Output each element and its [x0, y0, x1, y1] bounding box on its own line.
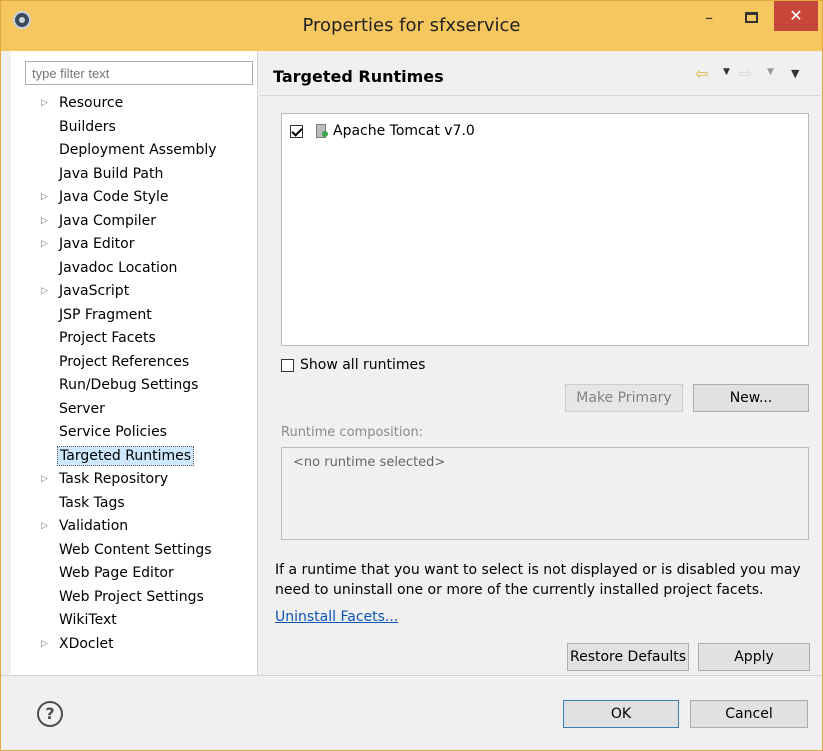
sidebar-item-label: Task Tags: [59, 494, 125, 511]
sidebar-item[interactable]: Task Tags: [57, 493, 127, 513]
sidebar-item[interactable]: ▷ Java Compiler: [41, 211, 158, 231]
sidebar-item[interactable]: ▷ Task Repository: [41, 469, 170, 489]
expand-arrow-icon[interactable]: ▷: [41, 234, 48, 254]
sidebar-item-label: Validation: [59, 518, 129, 534]
sidebar-item-label: Targeted Runtimes: [60, 447, 192, 464]
properties-dialog: Properties for sfxservice – ✕ ▷ Resource B…: [0, 0, 823, 751]
server-runtime-icon: [315, 123, 329, 139]
page-title: Targeted Runtimes: [273, 67, 444, 86]
info-text: If a runtime that you want to select is …: [275, 562, 801, 598]
sidebar-item[interactable]: Deployment Assembly: [57, 140, 219, 160]
expand-arrow-icon[interactable]: ▷: [41, 634, 48, 654]
expand-arrow-icon[interactable]: ▷: [41, 93, 48, 113]
sidebar-item[interactable]: Run/Debug Settings: [57, 375, 200, 395]
sidebar-item-label: Server: [59, 400, 105, 417]
expand-arrow-icon[interactable]: ▷: [41, 516, 48, 536]
sidebar-item-label: Java Editor: [59, 236, 135, 252]
sidebar-item-label: Java Compiler: [59, 212, 157, 229]
apply-button[interactable]: Apply: [698, 643, 810, 671]
sidebar-item[interactable]: ▷ Java Code Style: [41, 187, 170, 207]
ok-button[interactable]: OK: [563, 700, 679, 728]
make-primary-button[interactable]: Make Primary: [565, 384, 683, 412]
expand-arrow-icon[interactable]: ▷: [41, 187, 48, 207]
sidebar-item[interactable]: ▷ Java Editor: [41, 234, 136, 254]
runtime-list[interactable]: Apache Tomcat v7.0: [281, 113, 809, 346]
sidebar-item[interactable]: Web Project Settings: [57, 587, 206, 607]
sidebar-item[interactable]: ▷ XDoclet: [41, 634, 116, 654]
sidebar: ▷ Resource Builders Deployment Assembly Java…: [11, 51, 258, 675]
sidebar-item-label: Javadoc Location: [59, 259, 178, 276]
back-dropdown-icon[interactable]: ▼: [723, 67, 730, 77]
runtime-composition-box: <no runtime selected>: [281, 447, 809, 540]
sidebar-item[interactable]: Web Content Settings: [57, 540, 214, 560]
sidebar-item-label: Task Repository: [59, 471, 169, 487]
maximize-icon: [745, 12, 758, 23]
sidebar-item[interactable]: Server: [57, 399, 107, 419]
runtime-checkbox[interactable]: [290, 124, 303, 138]
sidebar-item[interactable]: Project Facets: [57, 328, 158, 348]
sidebar-item-label: Project References: [59, 353, 190, 370]
new-runtime-button[interactable]: New...: [693, 384, 809, 412]
sidebar-item-label: Run/Debug Settings: [59, 377, 199, 393]
sidebar-item[interactable]: ▷ JavaScript: [41, 281, 131, 301]
sidebar-item[interactable]: Targeted Runtimes: [57, 445, 195, 466]
expand-arrow-icon[interactable]: ▷: [41, 211, 48, 231]
sidebar-item-label: Web Page Editor: [59, 565, 174, 581]
show-all-checkbox[interactable]: [281, 358, 294, 372]
sidebar-item[interactable]: Javadoc Location: [57, 258, 179, 278]
view-menu-icon[interactable]: ▼: [791, 67, 799, 80]
expand-arrow-icon[interactable]: ▷: [41, 281, 48, 301]
sidebar-item-label: Builders: [59, 118, 116, 135]
sidebar-item-label: XDoclet: [59, 635, 114, 652]
title-bar[interactable]: Properties for sfxservice – ✕: [1, 1, 822, 51]
sidebar-item[interactable]: Web Page Editor: [57, 563, 176, 583]
show-all-runtimes[interactable]: Show all runtimes: [281, 356, 425, 374]
filter-input[interactable]: [25, 61, 253, 85]
sidebar-item-label: Resource: [59, 95, 124, 111]
forward-arrow-icon[interactable]: ⇨: [739, 64, 752, 83]
sidebar-item-label: Project Facets: [59, 330, 156, 346]
header-divider: [259, 95, 821, 96]
sidebar-item-label: WikiText: [59, 612, 117, 628]
cancel-button[interactable]: Cancel: [690, 700, 808, 728]
sidebar-item-label: Service Policies: [59, 424, 167, 440]
sidebar-item[interactable]: Builders: [57, 117, 118, 137]
help-icon[interactable]: ?: [37, 701, 63, 727]
sidebar-item[interactable]: Java Build Path: [57, 164, 165, 184]
sidebar-item-label: Deployment Assembly: [59, 142, 217, 158]
sidebar-item-label: Web Content Settings: [59, 541, 212, 558]
runtime-composition-label: Runtime composition:: [281, 425, 424, 440]
minimize-button[interactable]: –: [695, 9, 723, 31]
main-panel: Targeted Runtimes ⇦ ▼ ⇨ ▼ ▼ Apache Tomca…: [259, 51, 821, 675]
runtime-item[interactable]: Apache Tomcat v7.0: [290, 121, 475, 141]
sidebar-item-label: Java Build Path: [59, 165, 164, 182]
show-all-label: Show all runtimes: [300, 357, 426, 373]
sidebar-item[interactable]: JSP Fragment: [57, 305, 154, 325]
restore-defaults-button[interactable]: Restore Defaults: [567, 643, 689, 671]
sidebar-item[interactable]: Project References: [57, 352, 191, 372]
sidebar-item-label: JavaScript: [59, 283, 130, 299]
sidebar-item[interactable]: Service Policies: [57, 422, 169, 442]
sidebar-item-label: Java Code Style: [59, 189, 169, 205]
back-arrow-icon[interactable]: ⇦: [695, 64, 708, 83]
sidebar-item[interactable]: ▷ Resource: [41, 93, 125, 113]
expand-arrow-icon[interactable]: ▷: [41, 469, 48, 489]
close-button[interactable]: ✕: [774, 1, 818, 31]
forward-dropdown-icon[interactable]: ▼: [767, 67, 774, 77]
sidebar-item-label: Web Project Settings: [59, 588, 204, 605]
composition-placeholder: <no runtime selected>: [293, 455, 446, 470]
sidebar-item[interactable]: ▷ Validation: [41, 516, 130, 536]
sidebar-item[interactable]: WikiText: [57, 610, 119, 630]
footer-divider: [1, 675, 822, 676]
sidebar-item-label: JSP Fragment: [59, 306, 152, 323]
runtime-label: Apache Tomcat v7.0: [333, 123, 475, 139]
navigation-toolbar: ⇦ ▼ ⇨ ▼ ▼: [683, 64, 813, 86]
maximize-button[interactable]: [737, 8, 765, 30]
uninstall-facets-link[interactable]: Uninstall Facets...: [275, 609, 398, 625]
